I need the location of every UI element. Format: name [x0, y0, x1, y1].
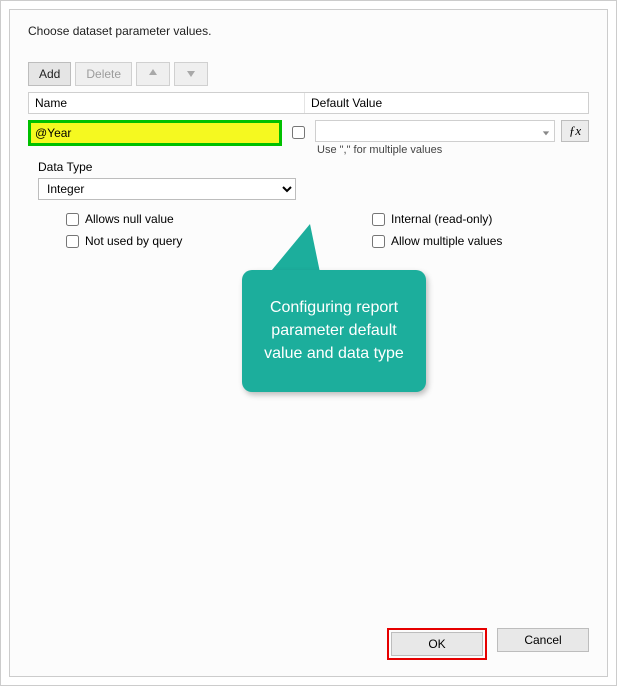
annotation-callout: Configuring report parameter default val…	[242, 270, 426, 392]
default-value-hint: Use "," for multiple values	[317, 144, 589, 156]
parameter-name-input[interactable]	[28, 120, 282, 146]
internal-label: Internal (read-only)	[391, 212, 492, 226]
callout-text: Configuring report parameter default val…	[242, 270, 426, 392]
add-button[interactable]: Add	[28, 62, 71, 86]
not-used-label: Not used by query	[85, 234, 182, 248]
ok-highlight: OK	[387, 628, 487, 660]
allow-multi-checkbox[interactable]	[372, 235, 385, 248]
internal-checkbox[interactable]	[372, 213, 385, 226]
default-value-group: ƒx Use "," for multiple values	[315, 120, 589, 156]
default-value-checkbox[interactable]	[292, 126, 305, 139]
allows-null-checkbox[interactable]	[66, 213, 79, 226]
toolbar: Add Delete	[28, 62, 589, 86]
move-down-button	[174, 62, 208, 86]
datatype-label: Data Type	[38, 160, 589, 174]
dialog-button-bar: OK Cancel	[387, 628, 589, 660]
allow-multi-label: Allow multiple values	[391, 234, 502, 248]
delete-button: Delete	[75, 62, 132, 86]
datatype-block: Data Type Integer	[38, 160, 589, 200]
datatype-select[interactable]: Integer	[38, 178, 296, 200]
default-value-combo[interactable]	[315, 120, 555, 142]
move-up-button	[136, 62, 170, 86]
internal-row[interactable]: Internal (read-only)	[372, 212, 589, 226]
arrow-up-icon	[148, 68, 158, 78]
column-header-default: Default Value	[305, 93, 588, 113]
parameter-dialog: Choose dataset parameter values. Add Del…	[9, 9, 608, 677]
allow-multi-row[interactable]: Allow multiple values	[372, 234, 589, 248]
dialog-title: Choose dataset parameter values.	[28, 24, 589, 38]
chevron-down-icon	[542, 126, 550, 140]
expression-button[interactable]: ƒx	[561, 120, 589, 142]
parameter-row: ƒx Use "," for multiple values	[28, 120, 589, 156]
arrow-down-icon	[186, 68, 196, 78]
allows-null-label: Allows null value	[85, 212, 174, 226]
grid-header: Name Default Value	[28, 92, 589, 114]
cancel-button[interactable]: Cancel	[497, 628, 589, 652]
not-used-checkbox[interactable]	[66, 235, 79, 248]
ok-button[interactable]: OK	[391, 632, 483, 656]
column-header-name: Name	[29, 93, 305, 113]
